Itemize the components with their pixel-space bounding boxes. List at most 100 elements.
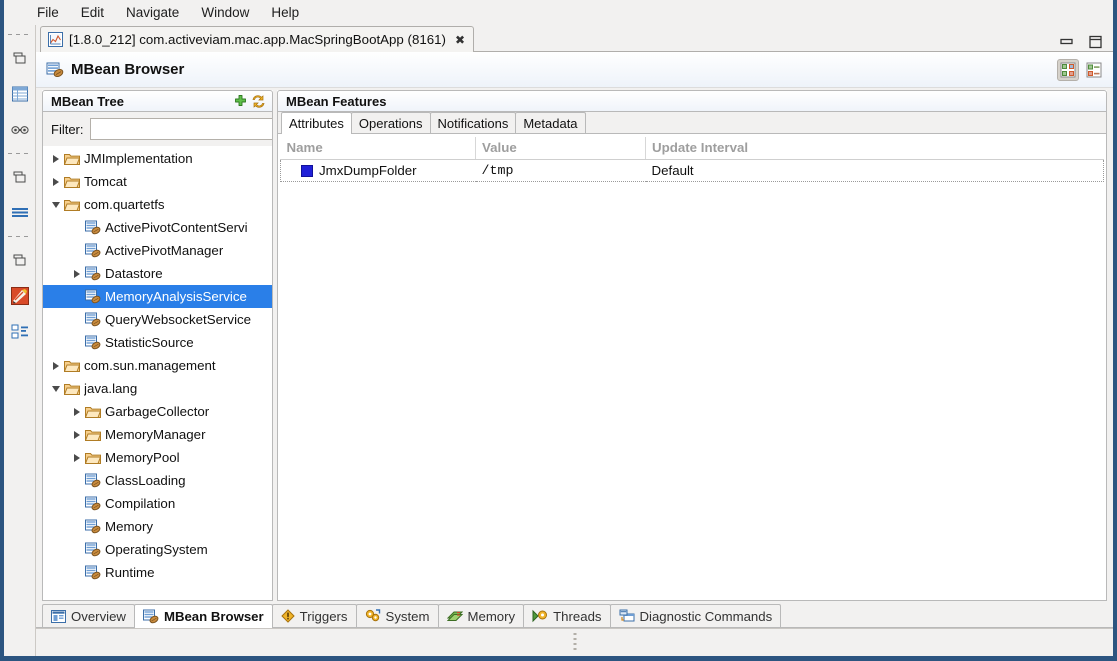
maximize-icon[interactable] — [1088, 35, 1103, 49]
filter-input[interactable] — [90, 118, 274, 140]
view-tab-empty-area — [780, 604, 1113, 627]
tree-node-label: OperatingSystem — [105, 542, 208, 557]
folder-icon — [63, 198, 81, 212]
tree-node[interactable]: Datastore — [43, 262, 272, 285]
mbean-tree-list[interactable]: JMImplementationTomcatcom.quartetfsActiv… — [43, 146, 272, 600]
overview-icon — [51, 610, 66, 623]
mbean-icon — [46, 61, 64, 79]
system-icon — [365, 609, 381, 623]
column-header-update-interval[interactable]: Update Interval — [646, 137, 1104, 160]
table-header-row: Name Value Update Interval — [281, 137, 1104, 160]
table-row[interactable]: JmxDumpFolder/tmpDefault — [281, 160, 1104, 182]
editor-tab-title: [1.8.0_212] com.activeviam.mac.app.MacSp… — [69, 32, 446, 47]
tree-node[interactable]: Tomcat — [43, 170, 272, 193]
tab-notifications[interactable]: Notifications — [430, 112, 517, 133]
mbean-icon — [84, 496, 102, 511]
menu-edit[interactable]: Edit — [70, 3, 115, 22]
table-view-icon[interactable] — [7, 81, 33, 107]
tree-node[interactable]: MemoryPool — [43, 446, 272, 469]
tab-diagnostic-commands[interactable]: Diagnostic Commands — [610, 604, 782, 627]
filter-row: Filter: — [43, 112, 272, 146]
resize-grip[interactable] — [573, 633, 576, 652]
add-mbean-button[interactable] — [233, 94, 248, 109]
menu-help[interactable]: Help — [260, 3, 310, 22]
column-header-name[interactable]: Name — [281, 137, 476, 160]
tree-node[interactable]: GarbageCollector — [43, 400, 272, 423]
minimize-icon[interactable] — [1059, 37, 1074, 47]
tree-node[interactable]: QueryWebsocketService — [43, 308, 272, 331]
mbean-tree-body: Filter: JMImplementationTomcatcom.quarte… — [42, 111, 273, 601]
tree-node[interactable]: ActivePivotManager — [43, 239, 272, 262]
tree-node[interactable]: JMImplementation — [43, 147, 272, 170]
restore-view-3-icon[interactable] — [7, 247, 33, 273]
tab-threads[interactable]: Threads — [523, 604, 610, 627]
tab-overview-label: Overview — [71, 609, 126, 624]
tree-node-label: GarbageCollector — [105, 404, 209, 419]
chevron-down-icon[interactable] — [48, 202, 63, 208]
editor-tab-application[interactable]: [1.8.0_212] com.activeviam.mac.app.MacSp… — [40, 26, 474, 52]
chevron-right-icon[interactable] — [69, 270, 84, 278]
mbean-icon — [84, 243, 102, 258]
tab-memory[interactable]: Memory — [438, 604, 525, 627]
tree-node[interactable]: Compilation — [43, 492, 272, 515]
tree-node[interactable]: java.lang — [43, 377, 272, 400]
attribute-value[interactable]: /tmp — [476, 160, 646, 182]
tree-node[interactable]: ActivePivotContentServi — [43, 216, 272, 239]
close-icon[interactable]: ✖ — [455, 33, 465, 47]
tree-node-label: StatisticSource — [105, 335, 194, 350]
chevron-right-icon[interactable] — [69, 431, 84, 439]
attributes-table-wrap: Name Value Update Interval JmxDumpFolder… — [278, 134, 1106, 600]
list-view-icon[interactable] — [7, 200, 33, 226]
tab-mbean-browser[interactable]: MBean Browser — [134, 604, 273, 628]
outline-view-icon[interactable] — [7, 319, 33, 345]
visualvm-icon[interactable] — [7, 283, 33, 309]
mbean-icon — [84, 335, 102, 350]
tab-triggers[interactable]: Triggers — [272, 604, 357, 627]
menu-bar: File Edit Navigate Window Help — [4, 0, 1113, 25]
view-tab-bar: Overview MBean Browser — [36, 603, 1113, 628]
filter-label: Filter: — [51, 122, 84, 137]
tab-system[interactable]: System — [356, 604, 439, 627]
chevron-right-icon[interactable] — [48, 362, 63, 370]
details-view-button[interactable] — [1083, 59, 1105, 81]
tab-overview[interactable]: Overview — [42, 604, 135, 627]
tree-node[interactable]: Runtime — [43, 561, 272, 584]
restore-view-icon[interactable] — [7, 45, 33, 71]
mbean-features-header: MBean Features — [277, 90, 1107, 111]
tree-node-label: Runtime — [105, 565, 155, 580]
chevron-right-icon[interactable] — [48, 155, 63, 163]
column-header-value[interactable]: Value — [476, 137, 646, 160]
binoculars-icon[interactable] — [7, 117, 33, 143]
folder-icon — [84, 428, 102, 442]
attribute-update-interval[interactable]: Default — [646, 160, 1104, 182]
tree-node[interactable]: StatisticSource — [43, 331, 272, 354]
attributes-table: Name Value Update Interval JmxDumpFolder… — [280, 137, 1104, 182]
tree-node[interactable]: com.quartetfs — [43, 193, 272, 216]
chevron-right-icon[interactable] — [69, 408, 84, 416]
restore-view-2-icon[interactable] — [7, 164, 33, 190]
chevron-down-icon[interactable] — [48, 386, 63, 392]
status-bar — [36, 628, 1113, 656]
chevron-right-icon[interactable] — [69, 454, 84, 462]
menu-file[interactable]: File — [26, 3, 70, 22]
mbean-tree-title: MBean Tree — [51, 94, 124, 109]
tree-node[interactable]: com.sun.management — [43, 354, 272, 377]
chevron-right-icon[interactable] — [48, 178, 63, 186]
refresh-tree-button[interactable] — [251, 94, 266, 109]
tab-operations[interactable]: Operations — [351, 112, 431, 133]
tab-metadata[interactable]: Metadata — [515, 112, 585, 133]
tree-node[interactable]: MemoryAnalysisService — [43, 285, 272, 308]
tree-node[interactable]: MemoryManager — [43, 423, 272, 446]
menu-window[interactable]: Window — [190, 3, 260, 22]
rail-divider-1 — [8, 151, 32, 156]
tree-node[interactable]: Memory — [43, 515, 272, 538]
threads-icon — [532, 609, 548, 623]
tab-attributes[interactable]: Attributes — [281, 112, 352, 134]
menu-navigate[interactable]: Navigate — [115, 3, 190, 22]
tab-system-label: System — [386, 609, 430, 624]
attributes-view-button[interactable] — [1057, 59, 1079, 81]
tree-node-label: MemoryAnalysisService — [105, 289, 247, 304]
tree-node[interactable]: OperatingSystem — [43, 538, 272, 561]
mbean-icon — [84, 289, 102, 304]
tree-node[interactable]: ClassLoading — [43, 469, 272, 492]
